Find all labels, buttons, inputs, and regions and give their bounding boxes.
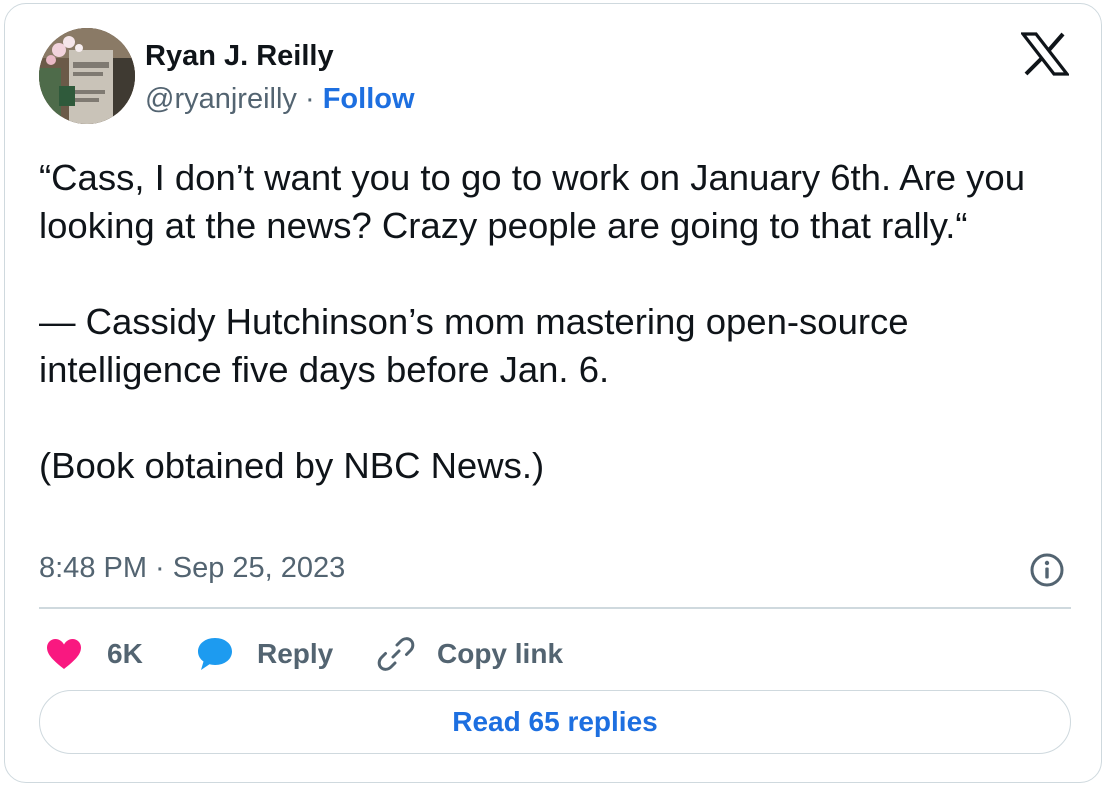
copy-link-label: Copy link: [437, 638, 564, 669]
heart-icon: [47, 639, 81, 669]
avatar[interactable]: [39, 28, 135, 124]
tweet-paragraph: “Cass, I don’t want you to go to work on…: [39, 157, 1036, 246]
like-button[interactable]: 6K: [45, 632, 143, 676]
author-name[interactable]: Ryan J. Reilly: [145, 40, 334, 73]
x-logo-icon[interactable]: [1021, 32, 1069, 76]
tweet-spacer: [39, 394, 1049, 442]
reply-button[interactable]: Reply: [195, 632, 333, 676]
tweet-card: Ryan J. Reilly @ryanjreilly · Follow “Ca…: [4, 3, 1102, 783]
author-line: @ryanjreilly · Follow: [145, 83, 415, 116]
handle-separator: ·: [296, 83, 323, 115]
follow-button[interactable]: Follow: [323, 83, 415, 115]
tweet-timestamp[interactable]: 8:48 PM · Sep 25, 2023: [39, 552, 345, 585]
link-icon: [377, 637, 415, 671]
tweet-paragraph: — Cassidy Hutchinson’s mom mastering ope…: [39, 301, 919, 390]
divider: [39, 607, 1071, 609]
author-handle[interactable]: @ryanjreilly: [145, 83, 297, 115]
like-count: 6K: [107, 638, 143, 669]
reply-label: Reply: [257, 638, 334, 669]
copy-link-button[interactable]: Copy link: [377, 632, 563, 676]
tweet-paragraph: (Book obtained by NBC News.): [39, 445, 545, 486]
read-replies-button[interactable]: Read 65 replies: [39, 690, 1071, 754]
info-icon[interactable]: [1029, 552, 1065, 588]
tweet-text: “Cass, I don’t want you to go to work on…: [39, 154, 1049, 490]
tweet-spacer: [39, 250, 1049, 298]
speech-bubble-icon: [198, 638, 232, 670]
avatar-photo: [39, 28, 135, 124]
